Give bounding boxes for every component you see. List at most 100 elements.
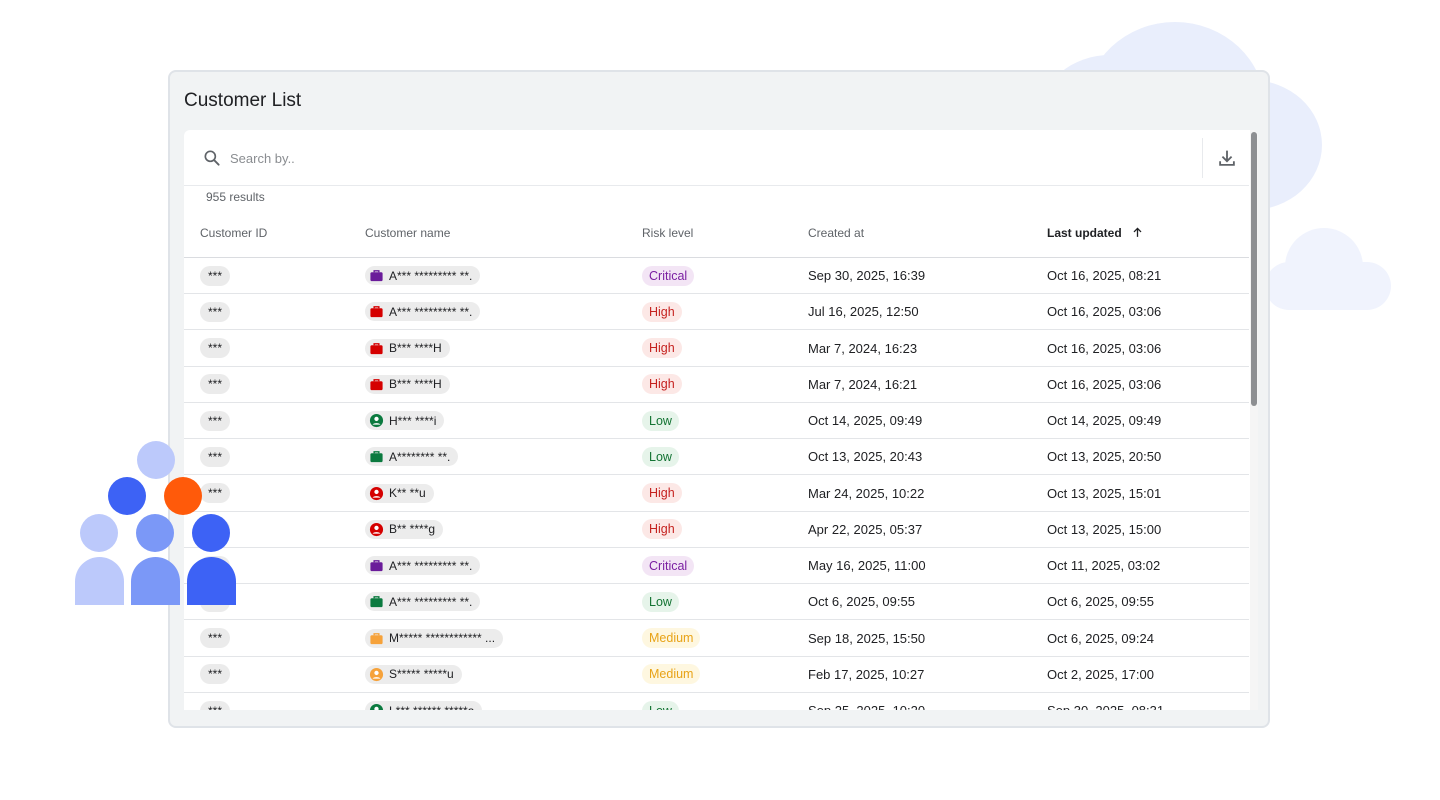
customer-name-cell: L*** ****** *****a xyxy=(365,693,483,711)
created-at-cell: Mar 24, 2025, 10:22 xyxy=(808,485,925,501)
created-at-cell: Sep 18, 2025, 15:50 xyxy=(808,630,926,646)
created-at-cell: Feb 17, 2025, 10:27 xyxy=(808,666,925,682)
table-row[interactable]: *** A******** **. Low Oct 13, 2025, 20:43 Oc… xyxy=(184,439,1249,476)
last-updated-cell: Oct 13, 2025, 15:01 xyxy=(1047,485,1162,501)
last-updated-cell: Oct 16, 2025, 08:21 xyxy=(1047,268,1162,283)
column-header-risk-level[interactable]: Risk level xyxy=(642,226,693,240)
table-row[interactable]: *** B*** ****H High Mar 7, 2024, 16:21 Oct 1… xyxy=(184,367,1249,403)
search-input[interactable] xyxy=(228,146,832,170)
customer-id-cell: *** xyxy=(200,403,231,438)
person-body xyxy=(187,557,236,605)
last-updated-cell: Oct 11, 2025, 03:02 xyxy=(1047,558,1161,573)
customer-id-cell: *** xyxy=(200,621,231,656)
last-updated-cell: Oct 2, 2025, 17:00 xyxy=(1047,666,1154,682)
column-header-customer-id[interactable]: Customer ID xyxy=(200,226,267,240)
table-row[interactable]: *** L*** ****** *****a Low Sep 25, 2025, 10… xyxy=(184,693,1249,710)
risk-level-cell: High xyxy=(642,476,682,511)
table-row[interactable]: *** A*** ********* **. Critical Sep 30, 202… xyxy=(184,258,1249,294)
customer-id: *** xyxy=(200,374,231,395)
customer-name: L*** ****** *****a xyxy=(389,704,474,711)
risk-level-cell: High xyxy=(642,367,682,402)
customer-name: A*** ********* **. xyxy=(389,304,473,319)
briefcase-icon xyxy=(370,596,383,608)
search-bar xyxy=(184,130,1249,186)
table-row[interactable]: *** H*** ****i Low Oct 14, 2025, 09:49 Oct 1… xyxy=(184,403,1249,439)
briefcase-icon xyxy=(370,632,383,644)
customer-name-chip[interactable]: L*** ****** *****a xyxy=(365,701,483,711)
customer-name-chip[interactable]: A*** ********* **. xyxy=(365,556,481,575)
customer-name-chip[interactable]: K** **u xyxy=(365,483,434,503)
last-updated-cell: Oct 13, 2025, 15:00 xyxy=(1047,521,1162,537)
customer-name-chip[interactable]: A*** ********* **. xyxy=(365,592,481,612)
customer-name-cell: B*** ****H xyxy=(365,331,450,366)
last-updated-cell: Oct 6, 2025, 09:24 xyxy=(1047,630,1154,646)
person-head xyxy=(137,441,175,479)
cloud-decoration xyxy=(1265,262,1391,310)
customer-name-chip[interactable]: M***** ************ ... xyxy=(365,628,504,648)
risk-level-cell: Medium xyxy=(642,621,701,656)
briefcase-icon xyxy=(370,560,383,572)
arrow-up-icon[interactable] xyxy=(1131,226,1144,239)
last-updated-cell: Sep 30, 2025, 08:31 xyxy=(1047,693,1164,710)
customer-name: K** **u xyxy=(389,486,426,500)
customer-name-cell: K** **u xyxy=(365,476,434,511)
risk-level-cell: High xyxy=(642,512,682,547)
customer-name: A*** ********* **. xyxy=(389,594,473,609)
customer-name-cell: B*** ****H xyxy=(365,367,450,402)
customer-name-chip[interactable]: A******** **. xyxy=(365,447,459,467)
risk-badge: Low xyxy=(642,410,679,431)
table-row[interactable]: ***A*** ********* **.CriticalMay 16, 202… xyxy=(184,548,1249,584)
table-row[interactable]: *** B*** ****H High Mar 7, 2024, 16:23 Oct 1… xyxy=(184,331,1249,367)
customer-id: *** xyxy=(200,628,231,648)
person-head xyxy=(108,477,146,515)
customer-name-cell: A******** **. xyxy=(365,439,459,474)
person-circle-icon xyxy=(369,413,384,428)
table-row[interactable]: *** K** **u High Mar 24, 2025, 10:22 Oct 13,… xyxy=(184,476,1249,512)
customer-id: *** xyxy=(200,483,231,503)
customer-name-chip[interactable]: H*** ****i xyxy=(365,411,445,430)
column-header-created-at[interactable]: Created at xyxy=(808,226,864,240)
table-row[interactable]: ***B** ****gHighApr 22, 2025, 05:37Oct 1… xyxy=(184,512,1249,548)
briefcase-icon xyxy=(370,342,383,354)
last-updated-cell: Oct 16, 2025, 03:06 xyxy=(1047,340,1162,356)
customer-name: B** ****g xyxy=(389,522,436,537)
customer-name: B*** ****H xyxy=(389,341,442,355)
customer-name-chip[interactable]: A*** ********* **. xyxy=(365,302,481,322)
table-row[interactable]: *** M***** ************ ... Medium Sep 18, … xyxy=(184,621,1249,657)
customer-id: *** xyxy=(200,700,231,710)
customer-name-chip[interactable]: S***** *****u xyxy=(365,664,462,684)
customer-list-card: Customer List 955 results Customer ID Cu… xyxy=(168,70,1270,728)
download-icon[interactable] xyxy=(1216,147,1238,169)
risk-badge: Medium xyxy=(642,628,701,648)
customer-id: *** xyxy=(200,664,231,685)
last-updated-cell: Oct 6, 2025, 09:55 xyxy=(1047,594,1154,610)
results-count: 955 results xyxy=(206,190,265,204)
table-row[interactable]: ***A*** ********* **.LowOct 6, 2025, 09:… xyxy=(184,584,1249,621)
customer-id-cell: *** xyxy=(200,258,231,293)
customer-id: *** xyxy=(200,338,231,358)
last-updated-cell: Oct 16, 2025, 03:06 xyxy=(1047,304,1162,320)
created-at-cell: Oct 6, 2025, 09:55 xyxy=(808,594,915,610)
person-head xyxy=(80,514,118,552)
customer-name-chip[interactable]: B*** ****H xyxy=(365,338,450,358)
person-circle-icon xyxy=(369,667,384,681)
customer-id-cell: *** xyxy=(200,331,231,366)
customer-name-cell: A*** ********* **. xyxy=(365,548,481,583)
scrollbar-thumb[interactable] xyxy=(1251,132,1257,406)
customer-name-chip[interactable]: A*** ********* **. xyxy=(365,266,481,285)
customer-name-chip[interactable]: B*** ****H xyxy=(365,374,450,394)
table-row[interactable]: *** A*** ********* **. High Jul 16, 2025, 1… xyxy=(184,294,1249,331)
briefcase-icon xyxy=(370,306,383,318)
created-at-cell: Mar 7, 2024, 16:23 xyxy=(808,340,918,356)
customer-name-chip[interactable]: B** ****g xyxy=(365,519,444,539)
risk-badge: Critical xyxy=(642,265,695,286)
created-at-cell: Oct 13, 2025, 20:43 xyxy=(808,449,923,465)
person-body xyxy=(75,557,124,605)
risk-badge: High xyxy=(642,483,682,503)
column-header-last-updated[interactable]: Last updated xyxy=(1047,226,1144,240)
column-header-customer-name[interactable]: Customer name xyxy=(365,226,450,240)
created-at-cell: May 16, 2025, 11:00 xyxy=(808,558,926,573)
customer-name-cell: A*** ********* **. xyxy=(365,258,481,293)
table-row[interactable]: *** S***** *****u Medium Feb 17, 2025, 10:2… xyxy=(184,657,1249,693)
risk-badge: High xyxy=(642,301,682,322)
